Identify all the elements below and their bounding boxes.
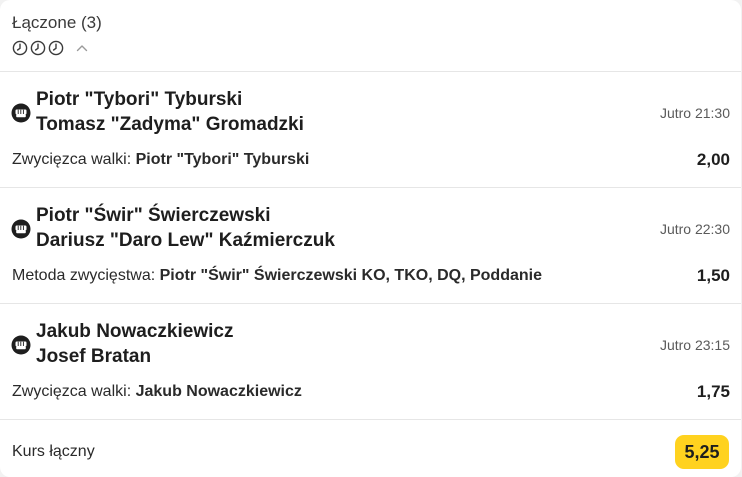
market-name: Zwycięzca walki:	[12, 151, 132, 168]
event-time: Jutro 23:15	[659, 337, 730, 353]
fighter-2-name: Dariusz "Daro Lew" Kaźmierczuk	[36, 230, 335, 251]
selection-name: Piotr "Świr" Świerczewski KO, TKO, DQ, P…	[159, 267, 542, 284]
bet-row[interactable]: Piotr "Tybori" Tyburski Tomasz "Zadyma" …	[0, 72, 741, 187]
chevron-up-icon[interactable]	[74, 40, 90, 56]
bet-selection: Zwycięzca walki: Jakub Nowaczkiewicz	[12, 382, 302, 402]
selection-name: Jakub Nowaczkiewicz	[135, 383, 302, 400]
mma-icon	[11, 335, 31, 355]
clock-icon	[48, 40, 64, 56]
fighter-2-name: Tomasz "Zadyma" Gromadzki	[36, 114, 304, 135]
coupon-header: Łączone (3)	[12, 13, 729, 57]
header-icons	[12, 39, 729, 57]
mma-icon	[11, 103, 31, 123]
coupon-title: Łączone (3)	[12, 13, 102, 32]
divider	[0, 419, 741, 420]
clock-icon	[12, 40, 28, 56]
odds-value: 1,75	[696, 382, 730, 401]
fighter-1-name: Piotr "Tybori" Tyburski	[36, 89, 243, 110]
bet-selection: Zwycięzca walki: Piotr "Tybori" Tyburski	[12, 150, 309, 170]
event-time: Jutro 22:30	[659, 221, 730, 237]
market-name: Metoda zwycięstwa:	[12, 267, 156, 284]
bet-row[interactable]: Jakub Nowaczkiewicz Josef Bratan Jutro 2…	[0, 304, 741, 419]
market-name: Zwycięzca walki:	[12, 383, 132, 400]
bet-selection: Metoda zwycięstwa: Piotr "Świr" Świercze…	[12, 266, 542, 286]
fighter-2-name: Josef Bratan	[36, 346, 152, 367]
total-odds-badge: 5,25	[675, 435, 729, 469]
event-time: Jutro 21:30	[659, 105, 730, 121]
fighter-1-name: Jakub Nowaczkiewicz	[36, 321, 234, 342]
mma-icon	[11, 219, 31, 239]
selection-name: Piotr "Tybori" Tyburski	[135, 151, 310, 168]
clock-icon	[30, 40, 46, 56]
bet-coupon-card: Łączone (3) Piotr "Tybori" Tyburski Toma…	[0, 0, 741, 477]
odds-value: 1,50	[696, 266, 730, 285]
odds-value: 2,00	[696, 150, 730, 169]
bet-row[interactable]: Piotr "Świr" Świerczewski Dariusz "Daro …	[0, 188, 741, 303]
total-odds-label: Kurs łączny	[12, 443, 95, 460]
fighter-1-name: Piotr "Świr" Świerczewski	[36, 205, 271, 226]
